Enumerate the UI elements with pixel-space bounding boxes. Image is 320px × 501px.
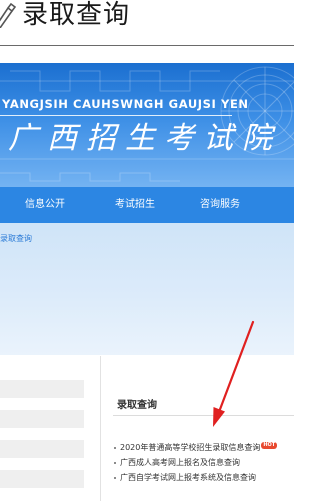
nav-item-info[interactable]: 信息公开	[25, 187, 65, 223]
left-row[interactable]	[0, 470, 84, 488]
query-link-adult-exam[interactable]: 广西成人高考网上报名及信息查询	[113, 455, 294, 470]
banner-english-name: YANGJSIH CAUHSWNGH GAUJSI YEN	[2, 97, 249, 111]
query-list: 2020年普通高等学校招生录取信息查询 HOT 广西成人高考网上报名及信息查询 广…	[113, 440, 294, 485]
breadcrumb[interactable]: 录取查询	[0, 233, 32, 244]
caption-bar: 录取查询	[0, 0, 294, 46]
query-link-label: 广西自学考试网上报考系统及信息查询	[120, 473, 256, 482]
caption-divider	[0, 45, 294, 46]
bullet-icon	[114, 447, 116, 449]
left-row[interactable]	[0, 410, 84, 428]
bullet-icon	[114, 477, 116, 479]
banner-underline	[0, 115, 232, 116]
banner-chinese-name: 广西招生考试院	[8, 121, 281, 156]
caption-title: 录取查询	[22, 0, 131, 30]
left-row[interactable]	[0, 440, 84, 458]
hot-badge: HOT	[261, 442, 278, 449]
query-link-admission[interactable]: 2020年普通高等学校招生录取信息查询 HOT	[113, 440, 294, 455]
left-column	[0, 356, 84, 501]
column-divider	[100, 356, 101, 501]
panel-divider	[113, 415, 294, 416]
site-banner: YANGJSIH CAUHSWNGH GAUJSI YEN 广西招生考试院	[0, 63, 294, 187]
panel-title: 录取查询	[117, 400, 157, 411]
query-link-self-study[interactable]: 广西自学考试网上报考系统及信息查询	[113, 470, 294, 485]
brush-icon	[0, 2, 16, 28]
left-row[interactable]	[0, 380, 84, 398]
query-link-label: 2020年普通高等学校招生录取信息查询	[120, 443, 261, 452]
main-nav: 信息公开 考试招生 咨询服务	[0, 187, 294, 223]
nav-item-exams[interactable]: 考试招生	[115, 187, 155, 223]
content-band: 录取查询	[0, 223, 294, 355]
bullet-icon	[114, 462, 116, 464]
query-link-label: 广西成人高考网上报名及信息查询	[120, 458, 240, 467]
nav-item-consult[interactable]: 咨询服务	[200, 187, 240, 223]
